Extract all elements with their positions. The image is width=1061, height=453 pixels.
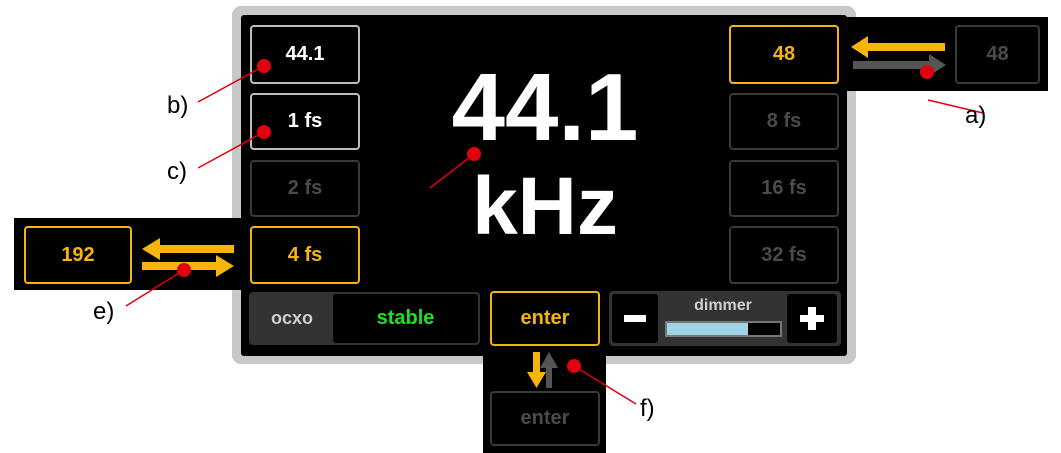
callout-dot-b: [257, 59, 271, 73]
arrow-gold-down: [527, 352, 546, 388]
arrow-grey-up: [540, 352, 558, 388]
callout-line-e: [125, 269, 185, 307]
callout-label-b: b): [167, 92, 189, 119]
callout-line-c: [197, 131, 265, 169]
arrows-and-callouts: [125, 36, 984, 405]
callout-label-f: f): [640, 395, 655, 422]
callout-label-d: d): [398, 179, 420, 206]
callout-dot-e: [177, 263, 191, 277]
callout-line-f: [573, 365, 637, 405]
bottom-exchange-arrows: [527, 352, 558, 388]
callout-line-b: [197, 65, 265, 103]
arrow-gold-left: [851, 36, 945, 58]
arrow-gold-left-e: [142, 238, 234, 260]
callout-dot-d: [467, 147, 481, 161]
callout-label-c: c): [167, 158, 187, 185]
callout-dot-a: [920, 65, 934, 79]
callout-dot-c: [257, 125, 271, 139]
callout-line-d: [429, 153, 475, 189]
callout-dot-f: [567, 359, 581, 373]
callout-label-a: a): [965, 102, 987, 129]
callout-label-e: e): [93, 298, 115, 325]
